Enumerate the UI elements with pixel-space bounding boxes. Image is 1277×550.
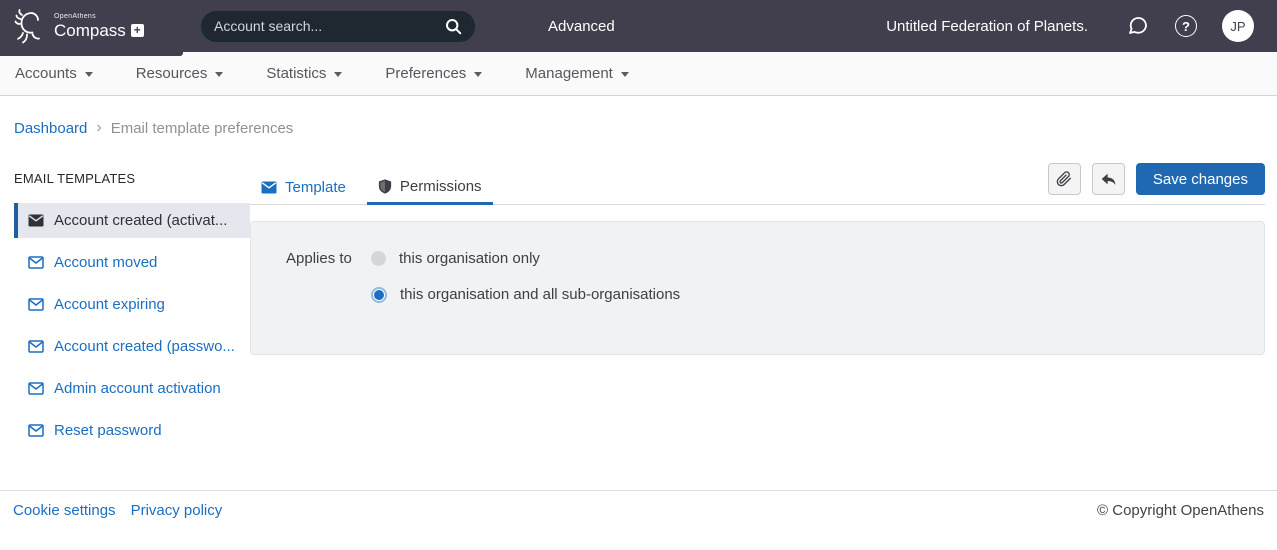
help-icon[interactable]: ?	[1175, 15, 1197, 37]
privacy-policy-link[interactable]: Privacy policy	[131, 502, 223, 519]
sidebar-item-account-expiring[interactable]: Account expiring	[14, 287, 250, 322]
tab-permissions[interactable]: Permissions	[367, 169, 493, 205]
advanced-search-link[interactable]: Advanced	[548, 18, 615, 35]
brand-active-tab-strip	[0, 52, 183, 56]
user-avatar[interactable]: JP	[1222, 10, 1254, 42]
email-templates-sidebar: EMAIL TEMPLATES Account created (activat…	[14, 165, 250, 455]
top-header: OpenAthens Compass + Advanced Untitled F…	[0, 0, 1277, 52]
nav-management[interactable]: Management	[525, 65, 629, 82]
breadcrumb: Dashboard › Email template preferences	[0, 96, 1277, 137]
radio-label-this-organisation-only[interactable]: this organisation only	[399, 250, 540, 267]
brand-openathens-label: OpenAthens	[54, 13, 144, 20]
radio-label-this-organisation-and-sub-organisations[interactable]: this organisation and all sub-organisati…	[400, 286, 680, 303]
envelope-outline-icon	[28, 340, 44, 353]
sidebar-item-admin-account-activation[interactable]: Admin account activation	[14, 371, 250, 406]
envelope-outline-icon	[28, 298, 44, 311]
breadcrumb-current: Email template preferences	[111, 120, 294, 137]
envelope-filled-icon	[28, 214, 44, 227]
nav-statistics[interactable]: Statistics	[266, 65, 342, 82]
account-search-input[interactable]	[214, 18, 445, 34]
sidebar-item-account-created-password[interactable]: Account created (passwo...	[14, 329, 250, 364]
envelope-outline-icon	[28, 424, 44, 437]
nav-resources[interactable]: Resources	[136, 65, 224, 82]
template-tabbar: Template Permissions	[250, 165, 1265, 205]
permissions-panel: Applies to this organisation only this o…	[250, 221, 1265, 355]
save-changes-button[interactable]: Save changes	[1136, 163, 1265, 195]
chat-icon[interactable]	[1126, 14, 1150, 38]
tab-template[interactable]: Template	[250, 170, 357, 205]
caret-down-icon	[334, 72, 342, 77]
paperclip-icon	[1056, 171, 1072, 187]
caret-down-icon	[621, 72, 629, 77]
nav-preferences[interactable]: Preferences	[385, 65, 482, 82]
undo-button[interactable]	[1092, 163, 1125, 195]
main-nav: Accounts Resources Statistics Preference…	[0, 52, 1277, 96]
breadcrumb-separator-icon: ›	[96, 119, 101, 137]
caret-down-icon	[474, 72, 482, 77]
radio-this-organisation-and-sub-organisations[interactable]	[371, 287, 387, 303]
page-footer: Cookie settings Privacy policy © Copyrig…	[0, 490, 1277, 550]
plus-box-icon: +	[131, 24, 144, 37]
brand-logo[interactable]: OpenAthens Compass +	[0, 8, 126, 45]
caret-down-icon	[215, 72, 223, 77]
attach-button[interactable]	[1048, 163, 1081, 195]
brand-text: OpenAthens Compass +	[54, 13, 144, 39]
applies-to-label: Applies to	[286, 250, 371, 267]
copyright-text: © Copyright OpenAthens	[1097, 502, 1264, 519]
cookie-settings-link[interactable]: Cookie settings	[13, 502, 116, 519]
account-search-box	[200, 10, 476, 43]
sidebar-heading: EMAIL TEMPLATES	[14, 171, 250, 186]
search-icon[interactable]	[445, 18, 462, 35]
radio-this-organisation-only[interactable]	[371, 251, 386, 266]
caret-down-icon	[85, 72, 93, 77]
sidebar-item-account-moved[interactable]: Account moved	[14, 245, 250, 280]
sidebar-item-reset-password[interactable]: Reset password	[14, 413, 250, 448]
shield-icon	[378, 178, 392, 195]
undo-icon	[1100, 172, 1117, 187]
envelope-outline-icon	[28, 256, 44, 269]
envelope-filled-icon	[261, 181, 277, 194]
brand-compass-label: Compass	[54, 22, 126, 39]
nav-accounts[interactable]: Accounts	[15, 65, 93, 82]
sidebar-item-account-created-activation[interactable]: Account created (activat...	[14, 203, 250, 238]
federation-name: Untitled Federation of Planets.	[886, 18, 1088, 35]
envelope-outline-icon	[28, 382, 44, 395]
breadcrumb-dashboard-link[interactable]: Dashboard	[14, 120, 87, 137]
openathens-logo-icon	[14, 8, 47, 45]
